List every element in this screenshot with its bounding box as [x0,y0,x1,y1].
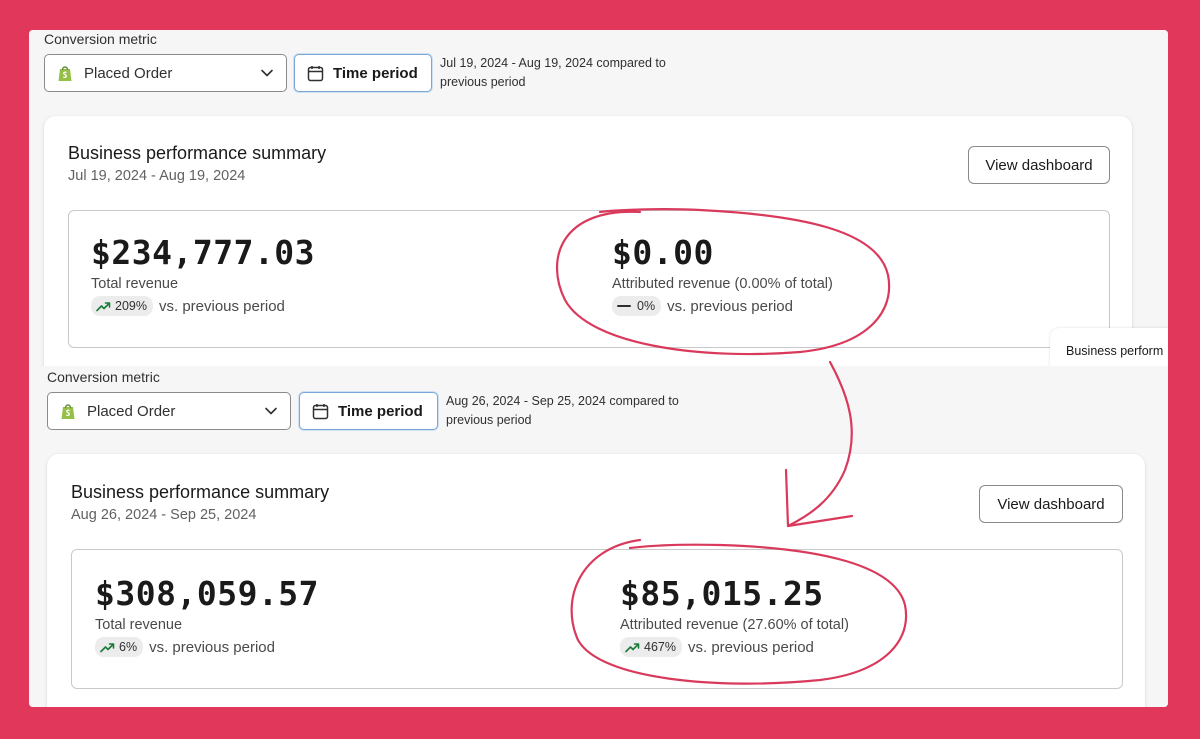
attributed-revenue-value: $0.00 [612,233,714,272]
total-revenue-label: Total revenue [95,617,183,633]
card-title: Business performance summary [71,482,330,502]
period-line-2: previous period [446,413,532,427]
after-screenshot: Conversion metric Placed Order Time peri… [29,366,1168,707]
period-comparison-text: Aug 26, 2024 - Sep 25, 2024 compared to … [446,392,679,430]
attributed-revenue-metric: $85,015.25 Attributed revenue (27.60% of… [620,574,849,657]
shopify-bag-icon [58,66,72,81]
total-revenue-change: 209% vs. previous period [91,296,315,316]
overlapping-card-fragment: Business perform [1050,328,1168,366]
change-badge: 209% [91,296,153,316]
change-percent: 6% [119,640,138,654]
total-revenue-label: Total revenue [91,276,179,292]
attributed-revenue-change: 467% vs. previous period [620,637,849,657]
change-percent: 0% [637,299,656,313]
view-dashboard-button[interactable]: View dashboard [979,485,1123,523]
trend-up-icon [100,643,115,653]
conversion-metric-select[interactable]: Placed Order [47,392,291,430]
change-badge: 6% [95,637,144,657]
vs-previous-label: vs. previous period [687,638,814,656]
total-revenue-value: $234,777.03 [91,233,316,272]
change-percent: 467% [644,640,676,654]
shopify-bag-icon [61,404,75,419]
period-line-1: Aug 26, 2024 - Sep 25, 2024 compared to [446,394,679,408]
business-performance-card: Business performance summary Aug 26, 202… [47,454,1145,707]
trend-up-icon [625,643,640,653]
card-date-range: Jul 19, 2024 - Aug 19, 2024 [68,168,246,184]
change-percent: 209% [115,299,147,313]
view-dashboard-button[interactable]: View dashboard [968,146,1110,184]
vs-previous-label: vs. previous period [158,297,285,315]
attributed-revenue-change: 0% vs. previous period [612,296,833,316]
business-performance-card: Business performance summary Jul 19, 202… [44,116,1132,366]
conversion-metric-select[interactable]: Placed Order [44,54,287,92]
change-badge: 467% [620,637,682,657]
total-revenue-metric: $308,059.57 Total revenue 6% vs. previou… [95,574,319,657]
before-screenshot: Conversion metric Placed Order Time peri… [29,30,1168,366]
calendar-icon [307,65,324,81]
total-revenue-change: 6% vs. previous period [95,637,319,657]
attributed-revenue-metric: $0.00 Attributed revenue (0.00% of total… [612,233,833,316]
conversion-metric-label: Conversion metric [44,31,157,47]
period-comparison-text: Jul 19, 2024 - Aug 19, 2024 compared to … [440,54,666,92]
calendar-icon [312,403,329,419]
vs-previous-label: vs. previous period [667,297,793,315]
trend-up-icon [96,302,111,312]
time-period-label: Time period [338,402,423,420]
period-line-1: Jul 19, 2024 - Aug 19, 2024 compared to [440,56,666,70]
vs-previous-label: vs. previous period [149,638,275,656]
card-date-range: Aug 26, 2024 - Sep 25, 2024 [71,507,257,523]
attributed-revenue-label: Attributed revenue (0.00% of total) [612,276,833,292]
total-revenue-value: $308,059.57 [95,574,320,613]
time-period-label: Time period [333,64,418,82]
screenshot-frame: Conversion metric Placed Order Time peri… [29,30,1168,707]
select-value: Placed Order [87,402,176,420]
metrics-panel: $308,059.57 Total revenue 6% vs. previou… [71,549,1123,689]
select-value: Placed Order [84,64,173,82]
time-period-button[interactable]: Time period [294,54,432,92]
metrics-panel: $234,777.03 Total revenue 209% vs. previ… [68,210,1110,348]
card-title: Business performance summary [68,143,327,163]
period-line-2: previous period [440,75,526,89]
chevron-down-icon [261,69,273,77]
ghost-card-title: Business perform [1066,344,1164,358]
total-revenue-metric: $234,777.03 Total revenue 209% vs. previ… [91,233,315,316]
attributed-revenue-label: Attributed revenue (27.60% of total) [620,617,849,633]
attributed-revenue-value: $85,015.25 [620,574,824,613]
chevron-down-icon [265,407,277,415]
conversion-metric-label: Conversion metric [47,369,160,385]
change-badge: 0% [612,296,662,316]
time-period-button[interactable]: Time period [299,392,438,430]
trend-flat-icon [617,305,631,307]
